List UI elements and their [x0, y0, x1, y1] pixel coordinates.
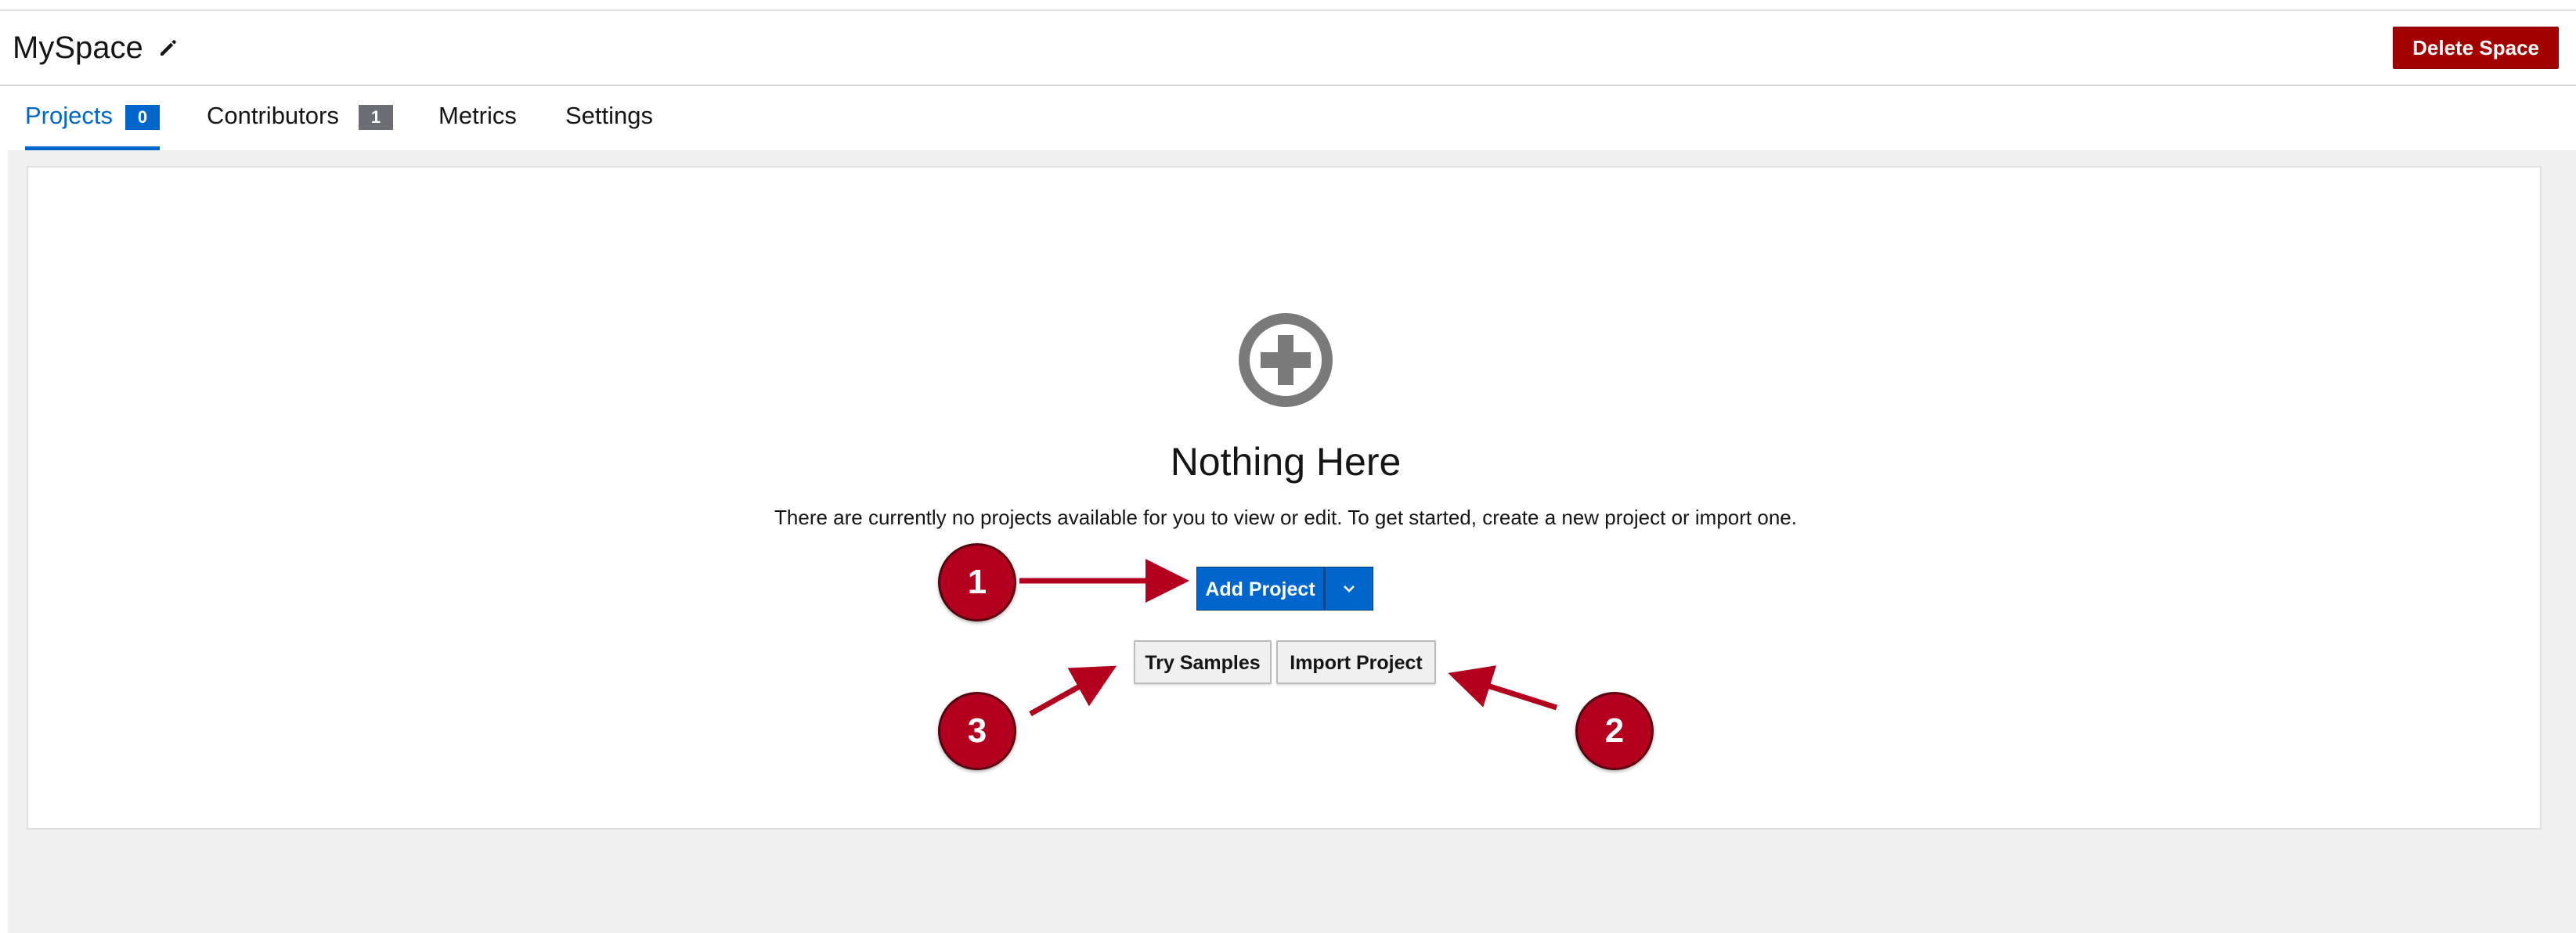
space-header: MySpace Delete Space — [0, 11, 2576, 86]
space-title: MySpace — [13, 31, 143, 65]
add-project-button[interactable]: Add Project — [1196, 567, 1325, 611]
tab-label: Settings — [565, 102, 654, 129]
tab-label: Metrics — [438, 102, 517, 129]
import-project-button[interactable]: Import Project — [1276, 640, 1436, 684]
tab-bar: Projects 0 Contributors 1 Metrics Settin… — [0, 86, 2576, 150]
callout-badge: 2 — [1575, 692, 1654, 770]
contributors-count-badge: 1 — [359, 105, 393, 130]
chevron-down-icon — [1344, 585, 1355, 593]
tab-metrics[interactable]: Metrics — [438, 86, 525, 150]
callout-badge: 3 — [938, 692, 1016, 770]
empty-state-card — [27, 166, 2542, 830]
tab-settings[interactable]: Settings — [565, 86, 656, 150]
pencil-icon[interactable] — [157, 36, 180, 59]
delete-space-button[interactable]: Delete Space — [2393, 27, 2559, 69]
add-project-dropdown-toggle[interactable] — [1325, 567, 1373, 611]
try-samples-button[interactable]: Try Samples — [1134, 640, 1272, 684]
empty-state-description: There are currently no projects availabl… — [774, 506, 1797, 529]
projects-count-badge: 0 — [125, 105, 160, 130]
plus-circle-icon — [1239, 313, 1333, 407]
empty-state-title: Nothing Here — [1170, 440, 1402, 484]
callout-badge: 1 — [938, 543, 1016, 621]
tab-label: Projects — [25, 102, 113, 129]
tab-contributors[interactable]: Contributors 1 — [207, 86, 395, 150]
tab-projects[interactable]: Projects 0 — [25, 86, 160, 150]
tab-label: Contributors — [207, 102, 339, 129]
